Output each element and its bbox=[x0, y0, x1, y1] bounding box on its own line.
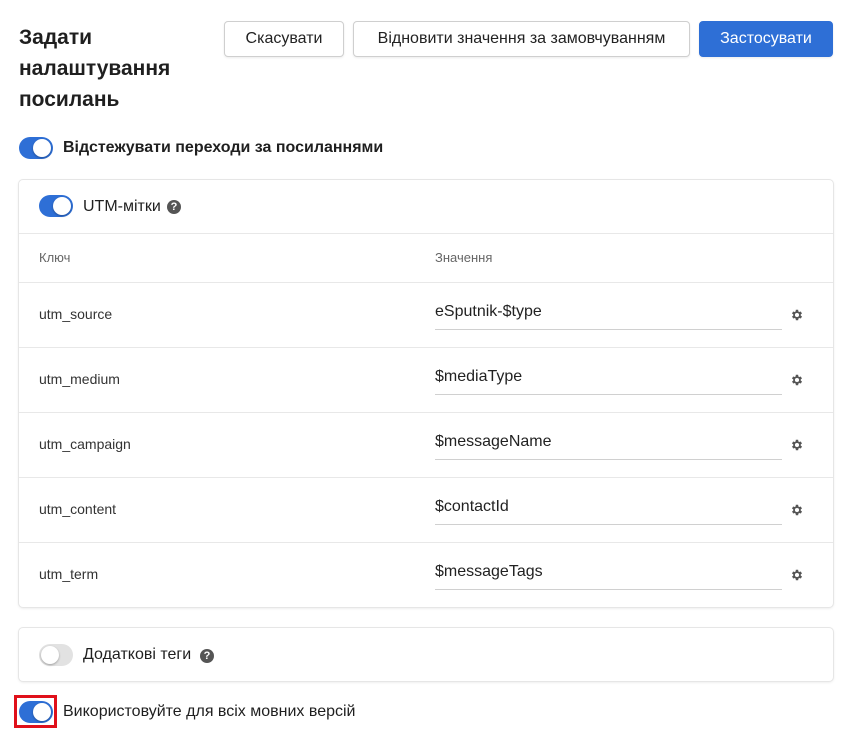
divider bbox=[19, 282, 833, 283]
utm-value-input[interactable]: $messageTags bbox=[435, 557, 782, 590]
page-title: Задати налаштування посилань bbox=[19, 26, 171, 111]
question-circle-icon[interactable]: ? bbox=[167, 200, 181, 214]
question-circle-icon[interactable]: ? bbox=[200, 649, 214, 663]
utm-key-cell: utm_medium bbox=[39, 371, 120, 387]
utm-key-cell: utm_source bbox=[39, 306, 113, 322]
divider bbox=[19, 412, 833, 413]
utm-tags-label: UTM-мітки bbox=[83, 198, 161, 215]
highlight-box bbox=[14, 695, 57, 728]
toggle-knob bbox=[41, 646, 59, 664]
track-clicks-label: Відстежувати переходи за посиланнями bbox=[63, 139, 384, 156]
column-header-value: Значення bbox=[435, 250, 493, 265]
gear-icon[interactable] bbox=[790, 438, 804, 452]
track-clicks-toggle[interactable] bbox=[19, 137, 53, 159]
utm-key-cell: utm_content bbox=[39, 501, 117, 517]
divider bbox=[19, 542, 833, 543]
utm-tags-card: UTM-мітки ? Ключ Значення utm_source eSp… bbox=[19, 180, 833, 607]
extra-tags-label: Додаткові теги bbox=[83, 646, 192, 663]
apply-button[interactable]: Застосувати bbox=[699, 21, 833, 57]
gear-icon[interactable] bbox=[790, 503, 804, 517]
extra-tags-toggle[interactable] bbox=[39, 644, 73, 666]
toggle-knob bbox=[53, 197, 71, 215]
divider bbox=[19, 477, 833, 478]
divider bbox=[19, 347, 833, 348]
utm-value-input[interactable]: $contactId bbox=[435, 492, 782, 525]
toggle-knob bbox=[33, 139, 51, 157]
utm-value-input[interactable]: $messageName bbox=[435, 427, 782, 460]
all-languages-label: Використовуйте для всіх мовних версій bbox=[63, 703, 356, 720]
utm-value-input[interactable]: eSputnik-$type bbox=[435, 297, 782, 330]
utm-key-cell: utm_term bbox=[39, 566, 99, 582]
divider bbox=[19, 233, 833, 234]
utm-key-cell: utm_campaign bbox=[39, 436, 131, 452]
gear-icon[interactable] bbox=[790, 568, 804, 582]
gear-icon[interactable] bbox=[790, 308, 804, 322]
utm-tags-toggle[interactable] bbox=[39, 195, 73, 217]
gear-icon[interactable] bbox=[790, 373, 804, 387]
extra-tags-card: Додаткові теги ? bbox=[19, 628, 833, 681]
cancel-button[interactable]: Скасувати bbox=[224, 21, 344, 57]
utm-value-input[interactable]: $mediaType bbox=[435, 362, 782, 395]
restore-defaults-button[interactable]: Відновити значення за замовчуванням bbox=[353, 21, 690, 57]
column-header-key: Ключ bbox=[39, 250, 71, 265]
